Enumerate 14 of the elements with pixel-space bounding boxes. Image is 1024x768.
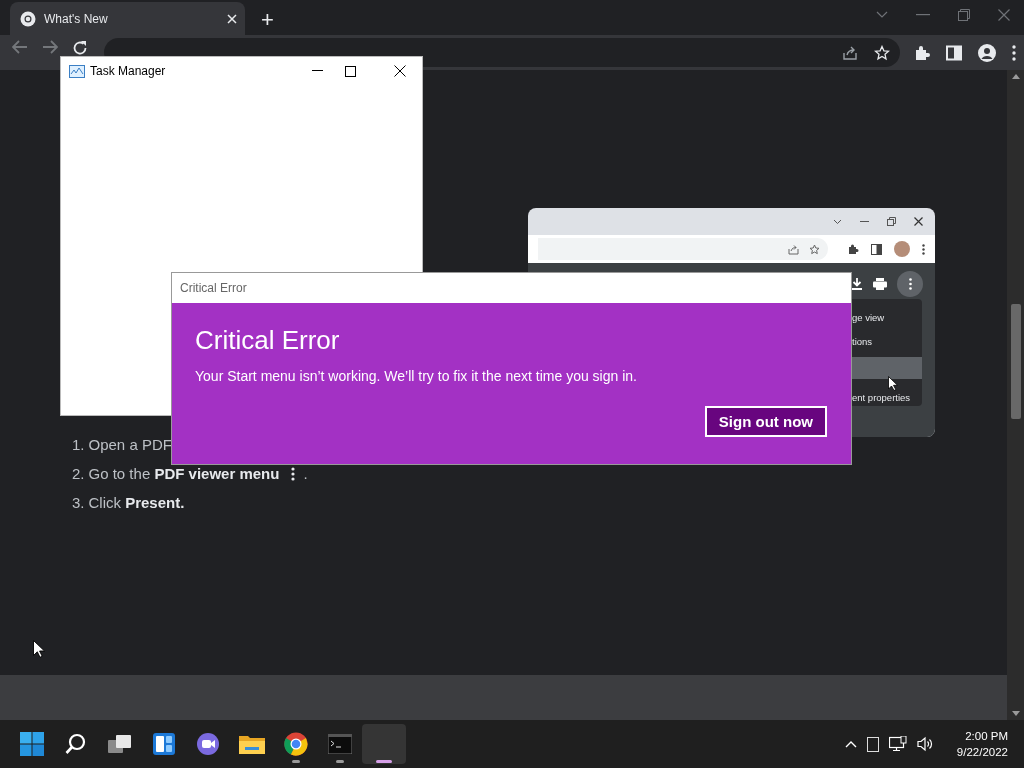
clock-date: 9/22/2022 xyxy=(956,745,1008,760)
browser-tab[interactable]: What's New xyxy=(10,2,245,35)
step-text: 2. Go to the PDF viewer menu xyxy=(72,465,280,482)
step-text: 1. Open a PDF xyxy=(72,436,172,453)
step-text: 3. Click Present. xyxy=(72,494,185,511)
window-title: Task Manager xyxy=(90,64,167,78)
tab-title: What's New xyxy=(44,11,109,26)
step-text: . xyxy=(303,465,308,482)
dialog-message: Your Start menu isn’t working. We’ll try to fix it the next time you sign in. xyxy=(195,368,638,384)
clock[interactable]: 2:00 PM 9/22/2022 xyxy=(956,728,1008,760)
new-tab-button[interactable]: + xyxy=(261,9,274,31)
clock-time: 2:00 PM xyxy=(965,729,1008,744)
dialog-heading: Critical Error xyxy=(195,325,341,356)
sign-out-button[interactable]: Sign out now xyxy=(704,406,827,437)
